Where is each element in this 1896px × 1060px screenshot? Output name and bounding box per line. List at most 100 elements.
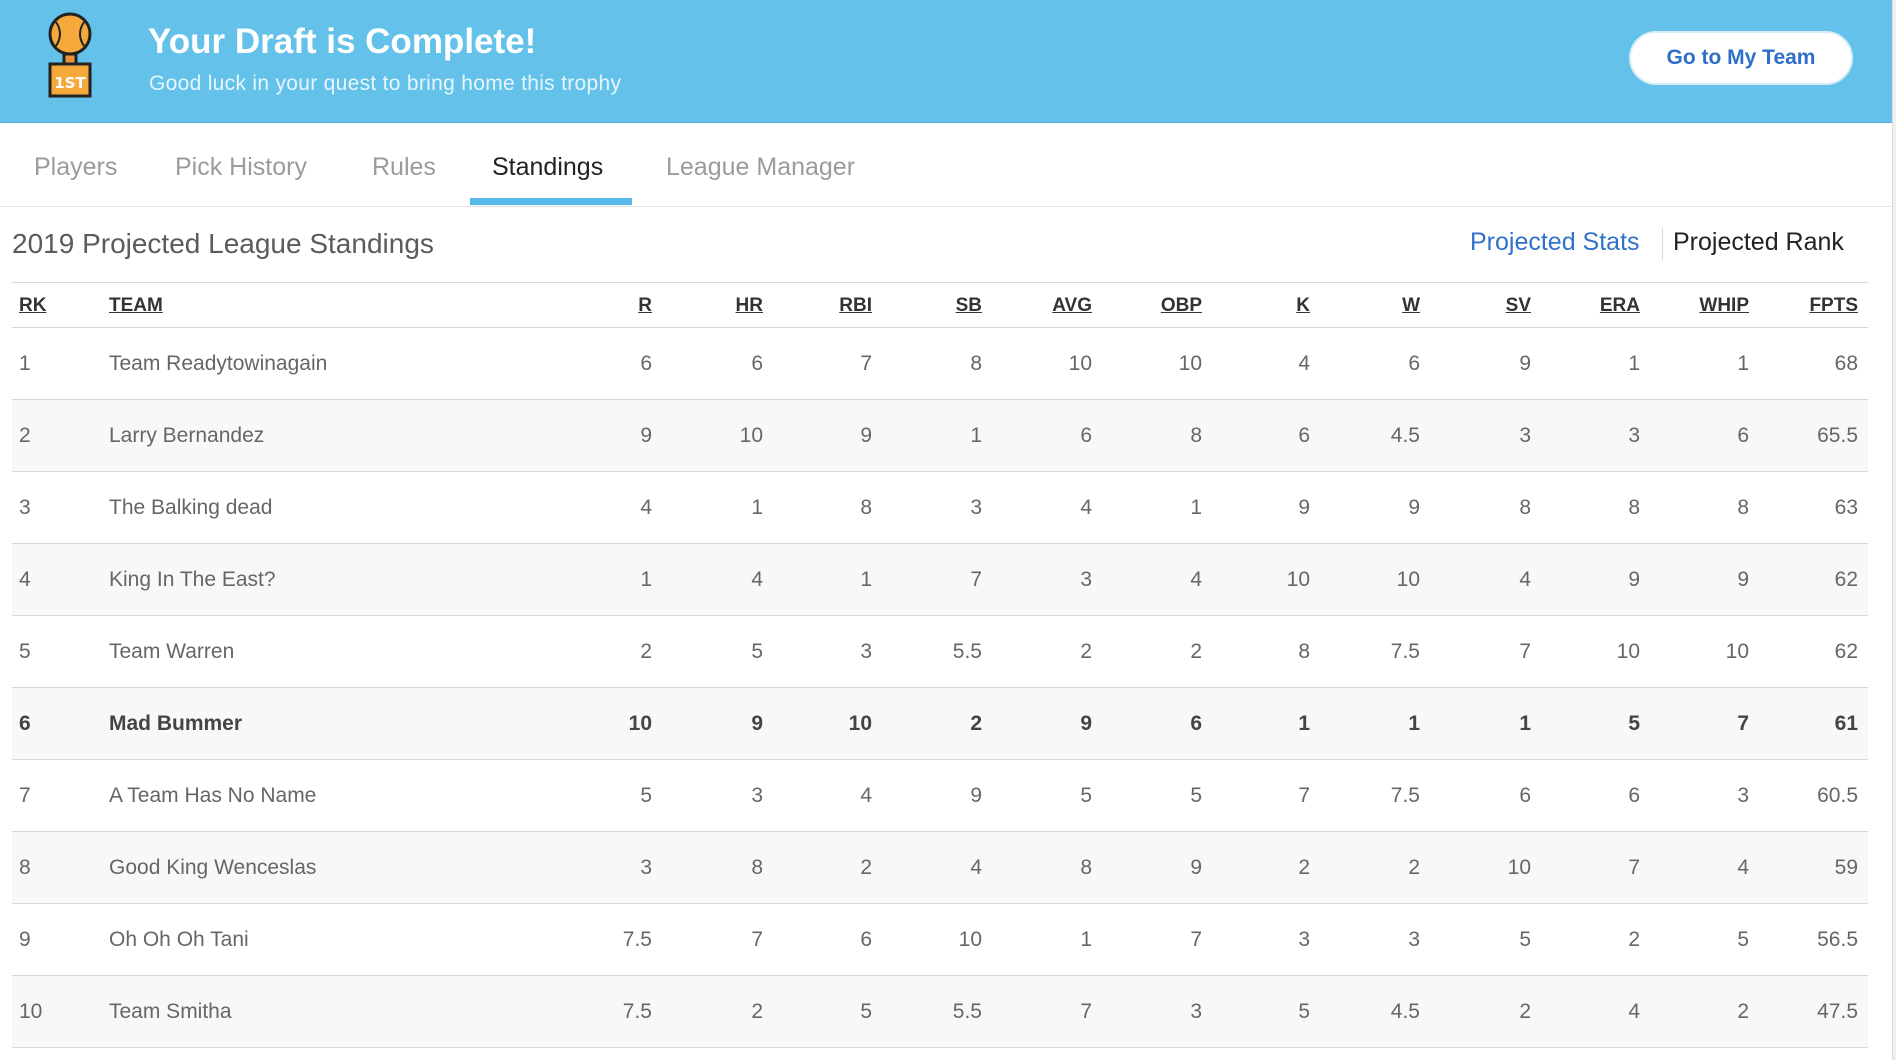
stat-cell-avg: 2 [1080,640,1092,663]
stat-cell-whip: 1 [1737,352,1749,375]
column-header-team[interactable]: TEAM [109,295,163,317]
stat-cell-k: 3 [1298,928,1310,951]
table-row: 9 Oh Oh Oh Tani 7.5 7 6 10 1 7 3 3 5 2 5 56.5 [12,904,1868,976]
stat-cell-r: 1 [640,568,652,591]
column-header-whip[interactable]: WHIP [1699,295,1749,317]
tab-league-manager[interactable]: League Manager [666,122,855,206]
stat-cell-hr: 4 [751,568,763,591]
stat-cell-k: 7 [1298,784,1310,807]
stat-cell-hr: 7 [751,928,763,951]
stat-cell-era: 5 [1628,712,1640,735]
stat-cell-fpts: 61 [1834,712,1858,735]
draft-complete-banner: 1ST Your Draft is Complete! Good luck in… [0,0,1892,123]
tab-players[interactable]: Players [34,122,117,206]
column-header-avg[interactable]: AVG [1052,295,1092,317]
stat-cell-hr: 8 [751,856,763,879]
stat-cell-w: 7.5 [1390,784,1420,807]
stat-cell-rbi: 10 [848,712,872,735]
stat-cell-fpts: 68 [1834,352,1858,375]
stat-cell-sv: 6 [1519,784,1531,807]
stat-cell-obp: 8 [1190,424,1202,447]
tab-standings[interactable]: Standings [492,122,603,206]
column-header-hr[interactable]: HR [736,295,763,317]
team-name-cell: Team Warren [109,640,235,663]
stat-cell-r: 5 [640,784,652,807]
projected-stats-toggle[interactable]: Projected Stats [1470,228,1640,257]
stat-cell-sb: 2 [970,712,982,735]
column-header-era[interactable]: ERA [1600,295,1640,317]
stat-cell-era: 8 [1628,496,1640,519]
column-header-obp[interactable]: OBP [1161,295,1202,317]
stat-cell-fpts: 62 [1834,568,1858,591]
stat-cell-rbi: 3 [860,640,872,663]
stat-cell-w: 10 [1396,568,1420,591]
stat-cell-hr: 1 [751,496,763,519]
stat-cell-avg: 1 [1080,928,1092,951]
column-header-r[interactable]: R [638,295,652,317]
column-header-sv[interactable]: SV [1506,295,1531,317]
rank-cell: 9 [19,928,31,951]
trophy-badge-text: 1ST [54,74,86,92]
stat-cell-whip: 10 [1725,640,1749,663]
table-row: 4 King In The East? 1 4 1 7 3 4 10 10 4 9 9 62 [12,544,1868,616]
stat-cell-fpts: 56.5 [1817,928,1858,951]
stat-cell-avg: 4 [1080,496,1092,519]
stat-cell-k: 6 [1298,424,1310,447]
stat-cell-fpts: 62 [1834,640,1858,663]
stat-cell-rbi: 4 [860,784,872,807]
stat-cell-whip: 6 [1737,424,1749,447]
rank-cell: 7 [19,784,31,807]
stat-cell-w: 4.5 [1390,1000,1420,1023]
rank-cell: 10 [19,1000,43,1023]
go-to-my-team-button[interactable]: Go to My Team [1629,31,1853,85]
column-header-fpts[interactable]: FPTS [1809,295,1858,317]
stat-cell-sv: 5 [1519,928,1531,951]
stat-cell-obp: 4 [1190,568,1202,591]
stat-cell-whip: 5 [1737,928,1749,951]
stat-cell-k: 10 [1286,568,1310,591]
stat-cell-fpts: 47.5 [1817,1000,1858,1023]
stat-cell-avg: 10 [1068,352,1092,375]
stat-cell-r: 3 [640,856,652,879]
stat-cell-rbi: 1 [860,568,872,591]
stat-cell-sb: 1 [970,424,982,447]
stat-cell-hr: 2 [751,1000,763,1023]
stat-cell-era: 1 [1628,352,1640,375]
column-header-rank[interactable]: RK [19,295,46,317]
stat-cell-obp: 9 [1190,856,1202,879]
stat-cell-era: 4 [1628,1000,1640,1023]
table-row: 5 Team Warren 2 5 3 5.5 2 2 8 7.5 7 10 10 62 [12,616,1868,688]
tab-rules[interactable]: Rules [372,122,436,206]
stat-cell-whip: 4 [1737,856,1749,879]
stat-cell-k: 9 [1298,496,1310,519]
stat-cell-obp: 10 [1178,352,1202,375]
table-row: 2 Larry Bernandez 9 10 9 1 6 8 6 4.5 3 3 6 65.5 [12,400,1868,472]
stat-cell-k: 5 [1298,1000,1310,1023]
table-row: 7 A Team Has No Name 5 3 4 9 5 5 7 7.5 6 6 3 60.5 [12,760,1868,832]
table-header: RK TEAM R HR RBI SB AVG OBP K W SV ERA WHIP FPTS [12,283,1868,328]
stat-cell-k: 2 [1298,856,1310,879]
tab-pick-history[interactable]: Pick History [175,122,307,206]
rank-cell: 5 [19,640,31,663]
stat-cell-r: 7.5 [622,928,652,951]
projected-rank-toggle[interactable]: Projected Rank [1673,228,1844,257]
stat-cell-fpts: 60.5 [1817,784,1858,807]
standings-table: RK TEAM R HR RBI SB AVG OBP K W SV ERA WHIP FPTS 1 Tea… [12,282,1868,1048]
team-name-cell: Good King Wenceslas [109,856,317,879]
trophy-icon: 1ST [48,12,92,98]
stat-cell-hr: 5 [751,640,763,663]
team-name-cell: Team Readytowinagain [109,352,328,375]
stat-cell-w: 3 [1408,928,1420,951]
stat-cell-sv: 10 [1507,856,1531,879]
stat-cell-sb: 9 [970,784,982,807]
stat-cell-w: 1 [1408,712,1420,735]
stat-cell-sv: 4 [1519,568,1531,591]
column-header-w[interactable]: W [1402,295,1420,317]
stat-cell-rbi: 5 [860,1000,872,1023]
column-header-rbi[interactable]: RBI [839,295,872,317]
column-header-sb[interactable]: SB [956,295,982,317]
table-row: 10 Team Smitha 7.5 2 5 5.5 7 3 5 4.5 2 4 2 47.5 [12,976,1868,1048]
table-row: 6 Mad Bummer 10 9 10 2 9 6 1 1 1 5 7 61 [12,688,1868,760]
stat-cell-whip: 7 [1737,712,1749,735]
column-header-k[interactable]: K [1296,295,1310,317]
